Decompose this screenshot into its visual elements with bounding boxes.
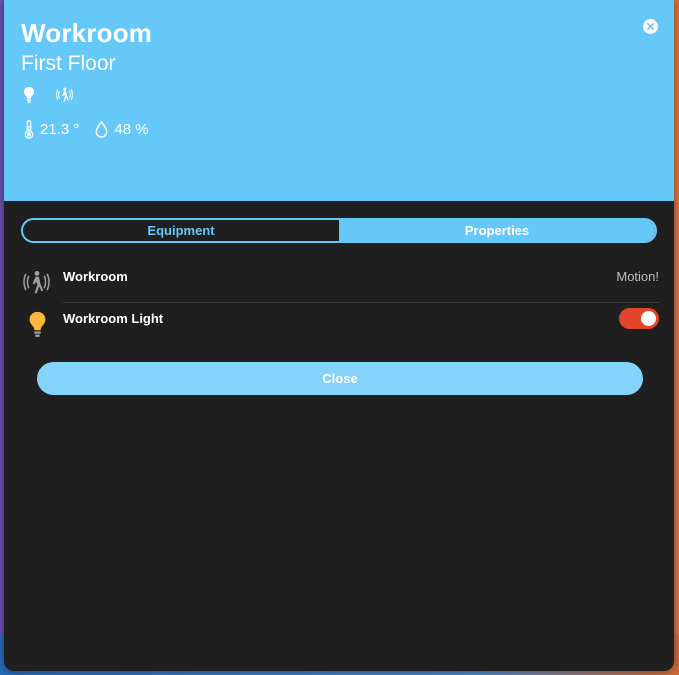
- equipment-status: Motion!: [616, 269, 659, 284]
- room-header: Workroom First Floor 21.3 ° 48 %: [4, 0, 674, 201]
- tab-equipment[interactable]: Equipment: [23, 220, 339, 241]
- motion-sensor-icon: [55, 87, 74, 103]
- equipment-row-workroom[interactable]: Workroom Motion!: [4, 258, 674, 298]
- motion-sensor-icon: [22, 270, 51, 300]
- thermometer-icon: [24, 120, 34, 139]
- lightbulb-icon: [28, 310, 47, 344]
- lightbulb-icon: [23, 86, 35, 104]
- humidity-value: 48 %: [114, 121, 149, 138]
- room-sensors: 21.3 ° 48 %: [24, 120, 165, 139]
- room-dialog: Workroom First Floor 21.3 ° 48 % Equipme…: [4, 0, 674, 671]
- equipment-name: Workroom: [63, 269, 128, 284]
- droplet-icon: [95, 121, 108, 138]
- room-title: Workroom: [21, 18, 153, 48]
- temperature-reading: 21.3 °: [24, 120, 79, 139]
- toggle-knob: [641, 311, 656, 326]
- humidity-reading: 48 %: [95, 121, 149, 138]
- close-icon[interactable]: [643, 19, 658, 34]
- equipment-row-workroom-light[interactable]: Workroom Light: [4, 300, 674, 340]
- temperature-value: 21.3 °: [40, 121, 80, 138]
- tab-properties[interactable]: Properties: [339, 220, 655, 241]
- close-button[interactable]: Close: [37, 362, 643, 395]
- dialog-tabs: Equipment Properties: [21, 218, 657, 243]
- room-status-icons: [23, 86, 74, 104]
- room-floor: First Floor: [21, 52, 116, 75]
- light-toggle[interactable]: [619, 308, 659, 329]
- equipment-name: Workroom Light: [63, 311, 164, 326]
